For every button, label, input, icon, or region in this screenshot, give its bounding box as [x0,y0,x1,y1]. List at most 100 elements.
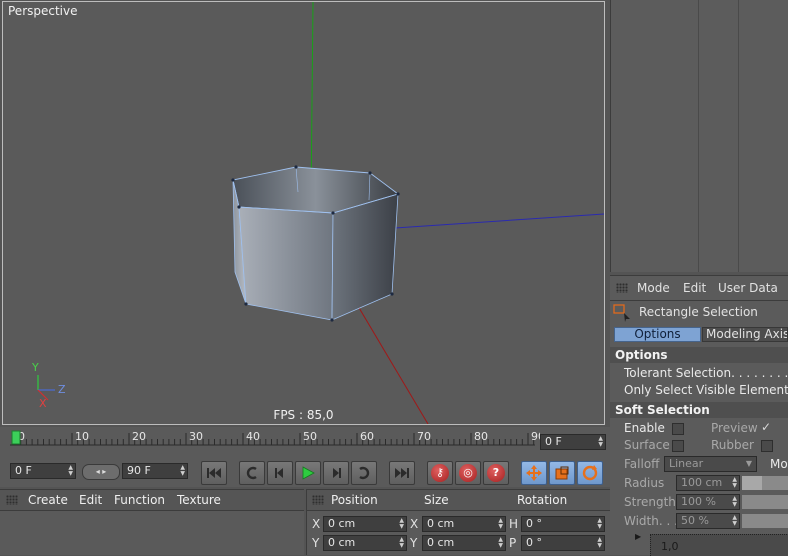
spin-arrows-icon[interactable]: ▲ ▼ [180,465,185,477]
go-to-end-button[interactable] [389,461,415,485]
spin-arrows-icon[interactable]: ▲ ▼ [598,436,603,448]
preview-checkmark-icon[interactable]: ✓ [761,420,771,434]
surface-label: Surface [624,438,670,452]
spin-arrows-icon[interactable]: ▲ ▼ [399,537,404,549]
move-arrows-icon [526,465,542,481]
menu-function[interactable]: Function [114,493,165,507]
transport-bar: 0 F ▲ ▼ ◂ ▸ 90 F ▲ ▼ ⚷ ◎ ? [0,459,610,487]
width-label: Width. . . [624,514,678,528]
spin-arrows-icon[interactable]: ▲ ▼ [498,518,503,530]
width-slider[interactable] [742,514,788,528]
current-frame-value: 0 F [545,435,562,448]
enable-checkbox[interactable] [672,423,684,435]
skip-end-icon [395,468,409,478]
panel-grip-icon[interactable] [616,283,628,293]
tick-label: 60 [360,430,374,443]
scene-canvas[interactable] [3,2,604,424]
menu-create[interactable]: Create [28,493,68,507]
go-to-start-button[interactable] [201,461,227,485]
falloff-value: Linear [669,457,704,470]
pos-x-label: X [312,517,321,531]
pos-y-field[interactable]: 0 cm ▲ ▼ [323,535,407,551]
tick-label: 20 [132,430,146,443]
rot-h-label: H [509,517,519,531]
move-tool-button[interactable] [521,461,547,485]
rotate-tool-button[interactable] [577,461,603,485]
falloff-graph[interactable]: 1,0 [650,534,788,556]
tick-label: 50 [303,430,317,443]
play-button[interactable] [295,461,321,485]
spin-arrows-icon[interactable]: ▲ ▼ [68,465,73,477]
timeline[interactable]: 0102030405060708090 0 F ▲▼ [0,427,610,459]
size-y-field[interactable]: 0 cm ▲ ▼ [422,535,506,551]
menu-texture[interactable]: Texture [177,493,221,507]
frame-range-slider[interactable]: ◂ ▸ [82,464,120,480]
keyframe-help-button[interactable]: ? [483,461,509,485]
preview-label: Preview [711,421,758,435]
spin-arrows-icon[interactable]: ▲ ▼ [597,518,602,530]
object-manager[interactable] [610,0,788,272]
spin-arrows-icon[interactable]: ▲ ▼ [732,496,737,508]
strength-field[interactable]: 100 % ▲ ▼ [676,494,740,510]
tick-label: 40 [246,430,260,443]
size-x-field[interactable]: 0 cm ▲ ▼ [422,516,506,532]
size-x-label: X [410,517,419,531]
rot-p-field[interactable]: 0 ° ▲ ▼ [521,535,605,551]
position-header: Position [331,493,378,507]
size-header: Size [424,493,449,507]
radius-slider[interactable] [742,476,788,490]
end-frame-field[interactable]: 90 F ▲ ▼ [122,463,188,479]
radius-label: Radius [624,476,665,490]
prev-frame-button[interactable] [267,461,293,485]
panel-grip-icon[interactable] [312,495,324,505]
menu-edit[interactable]: Edit [79,493,102,507]
menu-user-data[interactable]: User Data [718,281,778,295]
falloff-dropdown[interactable]: Linear ▼ [664,456,757,472]
autokey-button[interactable]: ◎ [455,461,481,485]
playhead-marker[interactable] [11,430,21,445]
soft-selection-section-title[interactable]: Soft Selection [610,402,788,418]
next-key-button[interactable] [351,461,377,485]
start-frame-field[interactable]: 0 F ▲ ▼ [10,463,76,479]
prev-key-button[interactable] [239,461,265,485]
strength-value: 100 % [681,495,716,508]
key-record-icon: ⚷ [431,464,449,482]
coordinate-manager: Position Size Rotation X 0 cm ▲ ▼ X 0 cm ▲ ▼… [306,489,611,555]
tolerant-selection-label[interactable]: Tolerant Selection. . . . . . . . . [624,366,788,380]
spin-arrows-icon[interactable]: ▲ ▼ [732,515,737,527]
record-active-button[interactable]: ⚷ [427,461,453,485]
question-icon: ? [487,464,505,482]
perspective-viewport[interactable]: Perspective Y Z X FPS : 85,0 [2,1,605,425]
current-frame-field[interactable]: 0 F ▲ ▼ [540,434,606,450]
pos-x-field[interactable]: 0 cm ▲ ▼ [323,516,407,532]
width-field[interactable]: 50 % ▲ ▼ [676,513,740,529]
scale-tool-button[interactable] [549,461,575,485]
tool-name: Rectangle Selection [639,305,758,319]
menu-mode[interactable]: Mode [637,281,670,295]
rubber-checkbox[interactable] [761,440,773,452]
next-frame-button[interactable] [323,461,349,485]
graph-toggle-icon[interactable]: ▶ [635,532,641,541]
prev-key-icon [246,466,257,480]
mode-short-label: Mo [770,457,788,471]
strength-slider[interactable] [742,495,788,509]
menu-edit[interactable]: Edit [683,281,706,295]
spin-arrows-icon[interactable]: ▲ ▼ [399,518,404,530]
tick-label: 90 [531,430,540,443]
panel-grip-icon[interactable] [6,495,18,505]
spin-arrows-icon[interactable]: ▲ ▼ [597,537,602,549]
spin-arrows-icon[interactable]: ▲ ▼ [732,477,737,489]
radius-field[interactable]: 100 cm ▲ ▼ [676,475,740,491]
tab-options[interactable]: Options [614,327,701,342]
spin-arrows-icon[interactable]: ▲ ▼ [498,537,503,549]
rot-h-field[interactable]: 0 ° ▲ ▼ [521,516,605,532]
coordinate-header: Position Size Rotation [307,490,611,511]
divider [610,0,611,272]
surface-checkbox[interactable] [672,440,684,452]
tab-modeling-axis[interactable]: Modeling Axis [702,327,788,342]
only-visible-label[interactable]: Only Select Visible Elements [624,383,788,397]
options-section-title[interactable]: Options [610,347,788,363]
tick-label: 80 [474,430,488,443]
column-divider [738,0,739,272]
timeline-ruler[interactable]: 0102030405060708090 [0,427,540,453]
